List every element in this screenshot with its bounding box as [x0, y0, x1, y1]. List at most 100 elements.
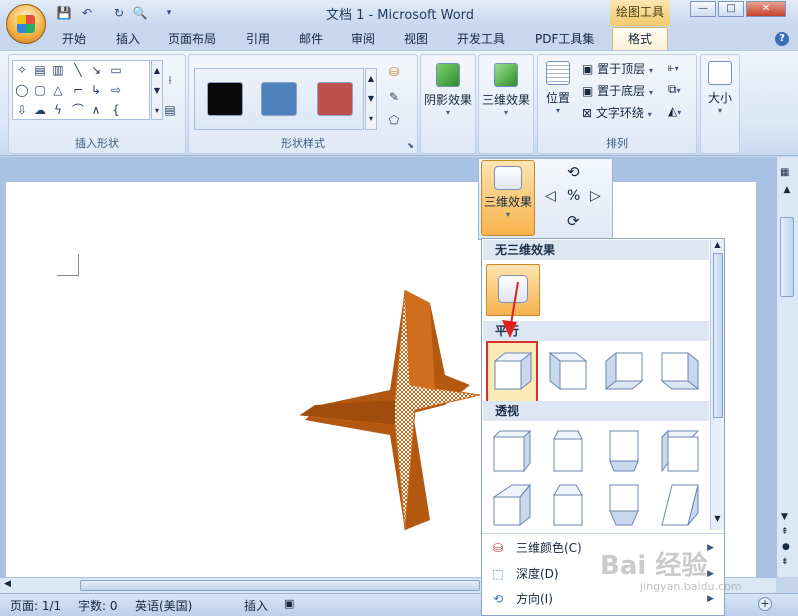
threed-effects-ribbon-button[interactable]: 三维效果 ▾: [481, 63, 531, 117]
select-browse-object-icon[interactable]: ●: [782, 542, 790, 552]
shapes-gallery[interactable]: ✧ ▤ ▥ ╲ ↘ ▭ ◯ ▢ △ ⌐ ↳ ⇨ ⇩ ☁ ϟ ⌒ ∧ {: [12, 60, 150, 120]
tilt-right-icon[interactable]: ▷: [590, 188, 601, 204]
ruler-toggle-icon[interactable]: ▦: [780, 167, 794, 181]
language-indicator[interactable]: 英语(美国): [135, 597, 192, 614]
previous-page-icon[interactable]: ⇞: [781, 527, 789, 537]
perspective-cube-8-icon[interactable]: [658, 483, 702, 527]
elbow-connector-shape-icon[interactable]: ⌐: [71, 83, 85, 97]
down-arrow-shape-icon[interactable]: ⇩: [15, 103, 29, 117]
right-arrow-shape-icon[interactable]: ⇨: [109, 83, 123, 97]
page-count[interactable]: 页面: 1/1: [10, 597, 61, 614]
office-button[interactable]: [6, 4, 46, 44]
maximize-button[interactable]: □: [718, 1, 744, 17]
insert-mode-indicator[interactable]: 插入: [244, 597, 268, 614]
edit-shape-icon[interactable]: ⟊: [163, 73, 177, 87]
word-count[interactable]: 字数: 0: [78, 597, 118, 614]
print-preview-icon[interactable]: 🔍: [131, 4, 149, 22]
shape-styles-gallery[interactable]: [194, 68, 364, 130]
vertical-scroll-thumb[interactable]: [780, 217, 794, 297]
scroll-down-icon[interactable]: ▼: [781, 512, 788, 522]
shapes-gallery-scroll[interactable]: ▲ ▼ ▾: [151, 60, 163, 120]
line-shape-icon[interactable]: ╲: [71, 63, 85, 77]
scroll-left-icon[interactable]: ◀: [4, 579, 11, 589]
cloud-shape-icon[interactable]: ☁: [33, 103, 47, 117]
perspective-cube-2-icon[interactable]: [546, 429, 590, 473]
oval-shape-icon[interactable]: ◯: [15, 83, 29, 97]
save-icon[interactable]: 💾: [55, 4, 73, 22]
size-button[interactable]: 大小 ▾: [703, 61, 737, 115]
tilt-left-icon[interactable]: ◁: [545, 188, 556, 204]
parallel-cube-2-icon[interactable]: [546, 349, 590, 393]
shape-fill-icon[interactable]: ⛁: [387, 65, 401, 79]
send-to-back-button[interactable]: ▣ 置于底层 ▾: [582, 82, 653, 99]
four-point-star-shape[interactable]: [295, 285, 485, 535]
perspective-cube-1-icon[interactable]: [490, 429, 534, 473]
perspective-cube-7-icon[interactable]: [602, 483, 646, 527]
freeform-shape-icon[interactable]: ∧: [89, 103, 103, 117]
tilt-up-icon[interactable]: ⟲: [567, 163, 580, 181]
perspective-cube-4-icon[interactable]: [658, 429, 702, 473]
tab-review[interactable]: 审阅: [351, 30, 375, 47]
threed-toggle-icon[interactable]: %: [567, 188, 580, 204]
redo-icon[interactable]: ↻: [110, 4, 128, 22]
vertical-scrollbar[interactable]: ▦ ▲ ▼ ⇞ ● ⇟: [776, 157, 798, 577]
horizontal-scroll-thumb[interactable]: [80, 580, 480, 591]
threed-effects-button[interactable]: 三维效果 ▾: [481, 160, 535, 236]
style-swatch-blue[interactable]: [261, 82, 297, 116]
shadow-effects-button[interactable]: 阴影效果 ▾: [423, 63, 473, 117]
change-shape-icon[interactable]: ⬠: [387, 113, 401, 127]
style-swatch-red[interactable]: [317, 82, 353, 116]
text-wrap-button[interactable]: ⊠ 文字环绕 ▾: [582, 104, 652, 121]
rounded-rect-shape-icon[interactable]: ▢: [33, 83, 47, 97]
gallery-scrollbar[interactable]: ▲ ▼: [710, 240, 724, 530]
curve-shape-icon[interactable]: ⌒: [71, 103, 85, 117]
macro-record-icon[interactable]: ▣: [284, 597, 294, 610]
shape-outline-icon[interactable]: ✎: [387, 90, 401, 104]
undo-icon[interactable]: ↶: [78, 4, 96, 22]
gallery-scroll-down-icon[interactable]: ▼: [711, 514, 724, 523]
perspective-cube-5-icon[interactable]: [490, 483, 534, 527]
tab-format[interactable]: 格式: [612, 27, 668, 50]
text-box-shape-icon[interactable]: ▤: [33, 63, 47, 77]
arrange-label: 排列: [606, 137, 628, 150]
rotate-button[interactable]: ◭▾: [668, 104, 681, 118]
zoom-in-icon[interactable]: +: [758, 597, 772, 611]
close-button[interactable]: ✕: [746, 1, 786, 17]
tab-mailings[interactable]: 邮件: [299, 30, 323, 47]
style-swatch-black[interactable]: [207, 82, 243, 116]
tab-home[interactable]: 开始: [62, 30, 86, 47]
tab-developer[interactable]: 开发工具: [457, 30, 505, 47]
group-button[interactable]: ⧉▾: [668, 82, 681, 97]
gallery-scroll-up-icon[interactable]: ▲: [711, 240, 724, 249]
tab-pdf-tools[interactable]: PDF工具集: [535, 30, 594, 47]
brace-shape-icon[interactable]: {: [109, 103, 123, 117]
shape-styles-scroll[interactable]: ▲ ▼ ▾: [365, 68, 377, 130]
bring-to-front-button[interactable]: ▣ 置于顶层 ▾: [582, 60, 653, 77]
rectangle-shape-icon[interactable]: ▭: [109, 63, 123, 77]
parallel-cube-4-icon[interactable]: [658, 349, 702, 393]
gallery-scroll-thumb[interactable]: [712, 253, 723, 418]
scroll-up-icon[interactable]: ▲: [780, 185, 794, 199]
tab-view[interactable]: 视图: [404, 30, 428, 47]
tilt-down-icon[interactable]: ⟳: [567, 212, 580, 230]
elbow-arrow-shape-icon[interactable]: ↳: [89, 83, 103, 97]
align-button[interactable]: ⫦▾: [668, 60, 679, 75]
help-icon[interactable]: ?: [775, 32, 789, 46]
shape-styles-launcher-icon[interactable]: ⬊: [407, 141, 414, 150]
tab-references[interactable]: 引用: [246, 30, 270, 47]
four-point-star-shape-icon[interactable]: ✧: [15, 63, 29, 77]
tab-insert[interactable]: 插入: [116, 30, 140, 47]
next-page-icon[interactable]: ⇟: [781, 557, 789, 567]
vertical-text-box-shape-icon[interactable]: ▥: [51, 63, 65, 77]
arrow-line-shape-icon[interactable]: ↘: [89, 63, 103, 77]
lightning-shape-icon[interactable]: ϟ: [51, 103, 65, 117]
qat-customize-icon[interactable]: ▾: [160, 4, 178, 22]
add-text-icon[interactable]: ▤: [163, 103, 177, 117]
parallel-cube-3-icon[interactable]: [602, 349, 646, 393]
tab-page-layout[interactable]: 页面布局: [168, 30, 216, 47]
minimize-button[interactable]: —: [690, 1, 716, 17]
perspective-cube-6-icon[interactable]: [546, 483, 590, 527]
perspective-cube-3-icon[interactable]: [602, 429, 646, 473]
triangle-shape-icon[interactable]: △: [51, 83, 65, 97]
position-button[interactable]: 位置 ▾: [540, 61, 576, 115]
